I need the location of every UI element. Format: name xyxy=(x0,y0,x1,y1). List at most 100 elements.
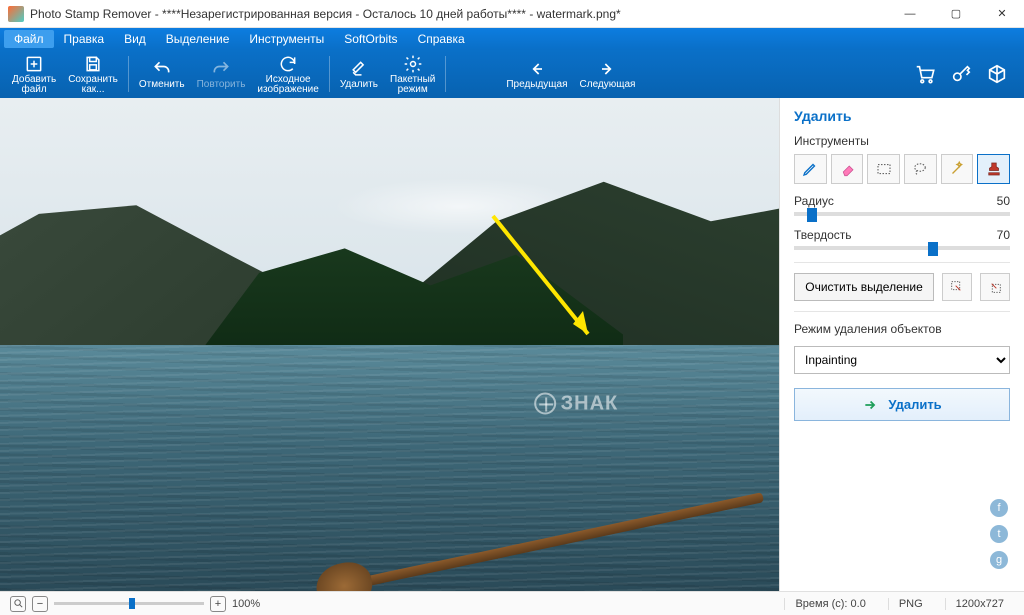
canvas-area[interactable]: ЗНАК xyxy=(0,98,779,591)
toolbar-separator xyxy=(329,56,330,92)
zoom-slider[interactable] xyxy=(54,602,204,605)
menu-selection[interactable]: Выделение xyxy=(156,30,240,48)
radius-value: 50 xyxy=(997,194,1010,208)
refresh-icon xyxy=(278,54,298,74)
add-file-label: Добавитьфайл xyxy=(12,75,56,95)
add-file-icon xyxy=(24,54,44,74)
remove-action-label: Удалить xyxy=(888,397,941,412)
eraser-icon xyxy=(838,160,856,178)
undo-label: Отменить xyxy=(139,80,185,90)
previous-button[interactable]: Предыдущая xyxy=(500,57,573,92)
zoom-fit-button[interactable] xyxy=(10,596,26,612)
rect-select-icon xyxy=(875,160,893,178)
app-icon xyxy=(8,6,24,22)
radius-slider[interactable] xyxy=(794,212,1010,216)
menu-tools[interactable]: Инструменты xyxy=(239,30,334,48)
load-selection-icon xyxy=(987,279,1003,295)
dimensions-status: 1200x727 xyxy=(945,598,1014,610)
eraser-tool[interactable] xyxy=(831,154,864,184)
pencil-icon xyxy=(801,160,819,178)
undo-icon xyxy=(152,59,172,79)
add-file-button[interactable]: Добавитьфайл xyxy=(6,52,62,97)
zoom-in-button[interactable]: + xyxy=(210,596,226,612)
window-title: Photo Stamp Remover - ****Незарегистриро… xyxy=(30,7,896,21)
save-as-button[interactable]: Сохранитькак... xyxy=(62,52,124,97)
tools-label: Инструменты xyxy=(794,134,1010,148)
divider xyxy=(794,311,1010,312)
maximize-button[interactable]: ▢ xyxy=(942,4,970,24)
undo-button[interactable]: Отменить xyxy=(133,57,191,92)
twitter-icon[interactable]: t xyxy=(990,525,1008,543)
titlebar: Photo Stamp Remover - ****Незарегистриро… xyxy=(0,0,1024,28)
zoom-level: 100% xyxy=(232,598,260,610)
original-image-label: Исходноеизображение xyxy=(257,75,318,95)
lasso-icon xyxy=(911,160,929,178)
arrow-right-icon xyxy=(597,59,617,79)
menu-softorbits[interactable]: SoftOrbits xyxy=(334,30,407,48)
menubar: Файл Правка Вид Выделение Инструменты So… xyxy=(0,28,1024,50)
toolbar-right-icons xyxy=(914,63,1018,85)
save-selection-button[interactable] xyxy=(942,273,972,301)
save-as-label: Сохранитькак... xyxy=(68,75,118,95)
statusbar: − + 100% Время (с): 0.0 PNG 1200x727 xyxy=(0,591,1024,615)
original-image-button[interactable]: Исходноеизображение xyxy=(251,52,324,97)
facebook-icon[interactable]: f xyxy=(990,499,1008,517)
zoom-controls: − + 100% xyxy=(10,596,260,612)
toolbar-separator xyxy=(445,56,446,92)
stamp-icon xyxy=(985,160,1003,178)
main-area: ЗНАК Удалить Инструменты Радиус 50 Тверд… xyxy=(0,98,1024,591)
social-links: f t g xyxy=(990,499,1008,569)
arrow-left-icon xyxy=(527,59,547,79)
zoom-out-button[interactable]: − xyxy=(32,596,48,612)
radius-label: Радиус xyxy=(794,194,834,208)
save-icon xyxy=(83,54,103,74)
close-button[interactable]: ✕ xyxy=(988,4,1016,24)
redo-icon xyxy=(211,59,231,79)
toolbar-separator xyxy=(128,56,129,92)
key-icon[interactable] xyxy=(950,63,972,85)
mode-label: Режим удаления объектов xyxy=(794,322,1010,336)
removal-mode-select[interactable]: Inpainting xyxy=(794,346,1010,374)
batch-mode-button[interactable]: Пакетныйрежим xyxy=(384,52,441,97)
clear-selection-button[interactable]: Очистить выделение xyxy=(794,273,934,301)
next-button[interactable]: Следующая xyxy=(574,57,642,92)
menu-help[interactable]: Справка xyxy=(408,30,475,48)
minimize-button[interactable]: — xyxy=(896,4,924,24)
lasso-tool[interactable] xyxy=(904,154,937,184)
tool-palette xyxy=(794,154,1010,184)
sidebar-title: Удалить xyxy=(794,108,1010,124)
batch-mode-label: Пакетныйрежим xyxy=(390,75,435,95)
magic-wand-tool[interactable] xyxy=(941,154,974,184)
rect-select-tool[interactable] xyxy=(867,154,900,184)
toolbar: Добавитьфайл Сохранитькак... Отменить По… xyxy=(0,50,1024,98)
wand-icon xyxy=(948,160,966,178)
pencil-tool[interactable] xyxy=(794,154,827,184)
redo-button[interactable]: Повторить xyxy=(191,57,252,92)
gear-icon xyxy=(403,54,423,74)
redo-label: Повторить xyxy=(197,80,246,90)
hardness-slider[interactable] xyxy=(794,246,1010,250)
time-status: Время (с): 0.0 xyxy=(784,598,875,610)
eraser-icon xyxy=(349,59,369,79)
stamp-tool[interactable] xyxy=(977,154,1010,184)
photo-canvas: ЗНАК xyxy=(0,98,779,591)
menu-view[interactable]: Вид xyxy=(114,30,156,48)
format-status: PNG xyxy=(888,598,933,610)
window-controls: — ▢ ✕ xyxy=(896,4,1016,24)
watermark-overlay: ЗНАК xyxy=(535,392,619,415)
save-selection-icon xyxy=(949,279,965,295)
remove-action-button[interactable]: Удалить xyxy=(794,388,1010,421)
hardness-label: Твердость xyxy=(794,228,852,242)
radius-row: Радиус 50 xyxy=(794,194,1010,208)
hardness-row: Твердость 70 xyxy=(794,228,1010,242)
remove-button[interactable]: Удалить xyxy=(334,57,384,92)
menu-edit[interactable]: Правка xyxy=(54,30,115,48)
menu-file[interactable]: Файл xyxy=(4,30,54,48)
cart-icon[interactable] xyxy=(914,63,936,85)
arrow-right-icon xyxy=(862,398,878,412)
zoom-fit-icon xyxy=(13,598,24,609)
load-selection-button[interactable] xyxy=(980,273,1010,301)
cube-icon[interactable] xyxy=(986,63,1008,85)
google-icon[interactable]: g xyxy=(990,551,1008,569)
remove-label: Удалить xyxy=(340,80,378,90)
